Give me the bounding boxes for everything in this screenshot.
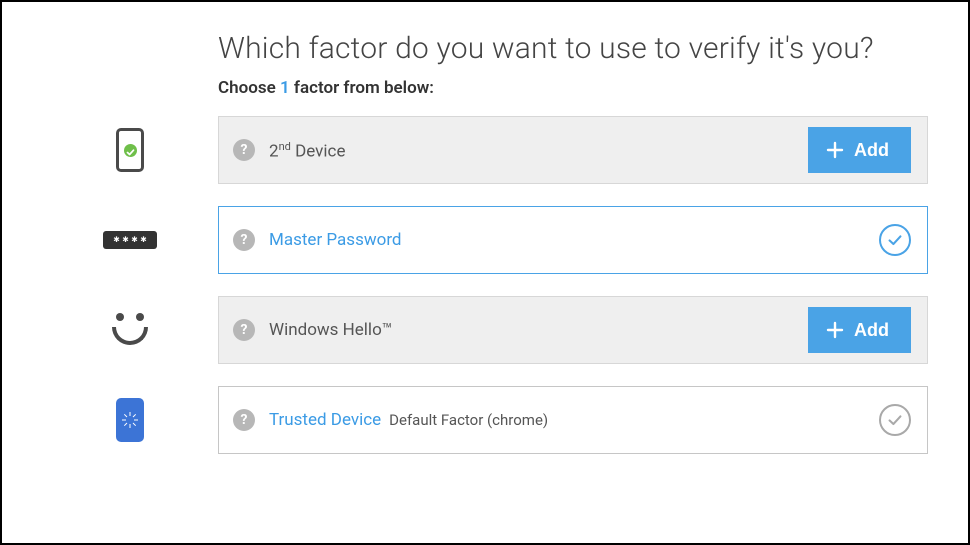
factor-card-master-password[interactable]: ? Master Password xyxy=(218,206,928,274)
add-button[interactable]: Add xyxy=(808,307,911,353)
factor-row-trusted-device: ? Trusted Device Default Factor (chrome) xyxy=(42,386,928,454)
factor-card-trusted-device[interactable]: ? Trusted Device Default Factor (chrome) xyxy=(218,386,928,454)
subheading-count: 1 xyxy=(280,78,290,98)
plus-icon xyxy=(826,141,844,159)
factor-card-second-device[interactable]: ? 2nd Device Add xyxy=(218,116,928,184)
plus-icon xyxy=(826,321,844,339)
page-heading: Which factor do you want to use to verif… xyxy=(218,30,928,68)
add-button[interactable]: Add xyxy=(808,127,911,173)
factor-row-windows-hello: ? Windows Hello™ Add xyxy=(42,296,928,364)
check-icon xyxy=(879,404,911,436)
help-icon[interactable]: ? xyxy=(233,409,255,431)
label-superscript: nd xyxy=(279,140,291,153)
add-button-label: Add xyxy=(854,320,889,341)
factor-row-second-device: ? 2nd Device Add xyxy=(42,116,928,184)
windows-hello-icon xyxy=(42,311,218,349)
factor-row-master-password: ✱✱✱✱ ? Master Password xyxy=(42,206,928,274)
help-icon[interactable]: ? xyxy=(233,319,255,341)
label-part: Device xyxy=(291,141,346,161)
factor-sublabel: Default Factor (chrome) xyxy=(389,411,548,429)
factor-label: Windows Hello™ xyxy=(269,320,392,340)
subheading-suffix: factor from below: xyxy=(290,78,434,98)
factor-label: Trusted Device xyxy=(269,410,381,430)
trusted-device-icon xyxy=(42,398,218,442)
second-device-icon xyxy=(42,128,218,172)
subheading-prefix: Choose xyxy=(218,78,280,98)
page-subheading: Choose 1 factor from below: xyxy=(218,78,928,98)
factor-label: Master Password xyxy=(269,230,402,250)
password-icon: ✱✱✱✱ xyxy=(42,231,218,249)
help-icon[interactable]: ? xyxy=(233,139,255,161)
help-icon[interactable]: ? xyxy=(233,229,255,251)
add-button-label: Add xyxy=(854,140,889,161)
label-part: 2 xyxy=(269,141,279,161)
factor-label: 2nd Device xyxy=(269,140,345,162)
factor-list: ? 2nd Device Add ✱✱✱✱ ? Master Password xyxy=(42,116,928,454)
selected-check-icon xyxy=(879,224,911,256)
factor-card-windows-hello[interactable]: ? Windows Hello™ Add xyxy=(218,296,928,364)
